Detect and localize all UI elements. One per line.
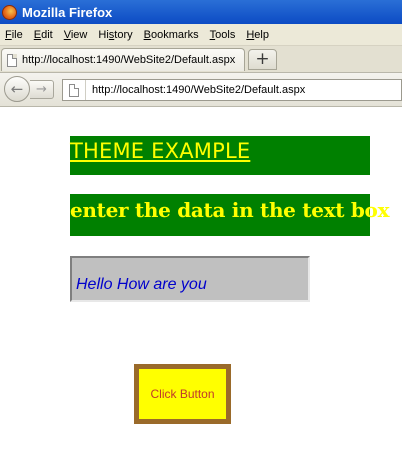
- back-button[interactable]: ←: [4, 76, 30, 102]
- menu-bookmarks[interactable]: Bookmarks: [139, 29, 205, 41]
- menu-history[interactable]: History: [93, 29, 138, 41]
- new-tab-button[interactable]: +: [248, 49, 277, 70]
- menu-tools[interactable]: Tools: [205, 29, 242, 41]
- tab-default-aspx[interactable]: http://localhost:1490/WebSite2/Default.a…: [1, 48, 245, 71]
- window-title: Mozilla Firefox: [22, 4, 113, 20]
- menu-edit[interactable]: Edit: [29, 29, 59, 41]
- instruction-banner: enter the data in the text box: [70, 194, 390, 236]
- window-title-bar: Mozilla Firefox: [0, 0, 402, 24]
- address-bar[interactable]: http://localhost:1490/WebSite2/Default.a…: [62, 79, 402, 101]
- forward-button[interactable]: →: [30, 80, 54, 99]
- firefox-logo-icon: [2, 4, 17, 20]
- tab-label: http://localhost:1490/WebSite2/Default.a…: [22, 54, 236, 66]
- page-icon: [7, 53, 17, 67]
- address-bar-url: http://localhost:1490/WebSite2/Default.a…: [92, 84, 306, 96]
- click-button[interactable]: Click Button: [134, 364, 231, 424]
- data-text-box[interactable]: [70, 256, 310, 302]
- menu-view[interactable]: View: [59, 29, 94, 41]
- instruction-text: enter the data in the text box: [70, 198, 390, 222]
- menu-file[interactable]: File: [0, 29, 29, 41]
- page-icon: [69, 83, 79, 97]
- navigation-toolbar: ← → http://localhost:1490/WebSite2/Defau…: [0, 72, 402, 107]
- banner-title: THEME EXAMPLE: [70, 139, 251, 163]
- theme-banner: THEME EXAMPLE: [70, 136, 370, 175]
- tab-strip: http://localhost:1490/WebSite2/Default.a…: [0, 46, 402, 72]
- menu-bar: File Edit View History Bookmarks Tools H…: [0, 24, 402, 46]
- menu-help[interactable]: Help: [241, 29, 275, 41]
- site-identity-button[interactable]: [63, 80, 86, 100]
